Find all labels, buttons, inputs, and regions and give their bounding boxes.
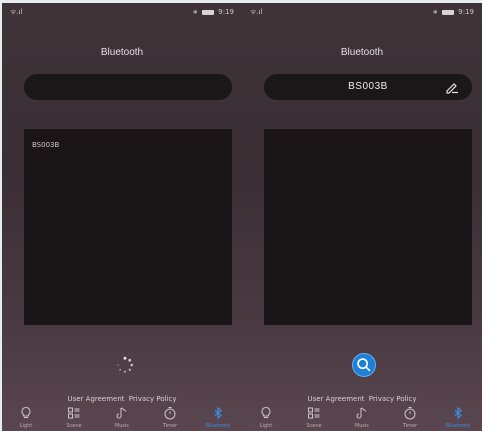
- battery-icon: [442, 9, 455, 15]
- device-list: BS003B: [24, 129, 232, 325]
- device-list: [264, 129, 472, 325]
- search-icon: [357, 358, 371, 372]
- clock: 9:19: [218, 8, 234, 16]
- connected-device-name: BS003B: [348, 81, 388, 92]
- tab-music[interactable]: Music: [98, 406, 146, 431]
- connected-device-field[interactable]: BS003B: [264, 74, 472, 100]
- status-bar: ᯤ.ıl ∗ 9:19: [2, 7, 242, 19]
- clock: 9:19: [458, 8, 474, 16]
- bottom-tab-bar: Light Scene Music Timer Bluetooth: [242, 406, 482, 431]
- right-screen: ᯤ.ıl ∗ 9:19 Bluetooth BS003B User Agreem…: [242, 3, 482, 431]
- page-title: Bluetooth: [100, 47, 144, 58]
- tab-scene[interactable]: Scene: [50, 406, 98, 431]
- left-screen: ᯤ.ıl ∗ 9:19 Bluetooth BS003B User Agreem…: [2, 3, 242, 431]
- bluetooth-status-icon: ∗: [432, 8, 439, 16]
- bluetooth-icon: [214, 406, 222, 420]
- bulb-icon: [21, 406, 31, 418]
- privacy-policy-link[interactable]: Privacy Policy: [129, 395, 177, 403]
- tab-timer[interactable]: Timer: [386, 406, 434, 431]
- tab-scene[interactable]: Scene: [290, 406, 338, 431]
- user-agreement-link[interactable]: User Agreement: [67, 395, 124, 403]
- bottom-tab-bar: Light Scene Music Timer Bluetooth: [2, 406, 242, 431]
- scene-grid-icon: [68, 407, 80, 419]
- user-agreement-link[interactable]: User Agreement: [307, 395, 364, 403]
- tab-bluetooth[interactable]: Bluetooth: [434, 406, 482, 431]
- bluetooth-status-icon: ∗: [192, 8, 199, 16]
- scene-grid-icon: [308, 407, 320, 419]
- timer-icon: [404, 407, 416, 420]
- connected-device-field[interactable]: [24, 74, 232, 100]
- timer-icon: [164, 407, 176, 420]
- privacy-policy-link[interactable]: Privacy Policy: [369, 395, 417, 403]
- edit-name-icon[interactable]: [444, 79, 460, 95]
- screenshot-frame: ᯤ.ıl ∗ 9:19 Bluetooth BS003B User Agreem…: [2, 3, 482, 431]
- tab-light[interactable]: Light: [242, 406, 290, 431]
- bulb-icon: [261, 406, 271, 418]
- loading-spinner-icon: [117, 356, 134, 373]
- music-note-icon: [356, 407, 367, 419]
- tab-light[interactable]: Light: [2, 406, 50, 431]
- device-list-item[interactable]: BS003B: [32, 141, 59, 149]
- music-note-icon: [116, 407, 127, 419]
- footer-links: User Agreement Privacy Policy: [242, 395, 482, 403]
- page-title: Bluetooth: [340, 47, 384, 58]
- battery-icon: [202, 9, 215, 15]
- footer-links: User Agreement Privacy Policy: [2, 395, 242, 403]
- tab-timer[interactable]: Timer: [146, 406, 194, 431]
- signal-indicator: ᯤ.ıl: [250, 8, 263, 16]
- search-button[interactable]: [352, 353, 376, 377]
- signal-indicator: ᯤ.ıl: [10, 8, 23, 16]
- bluetooth-icon: [454, 406, 462, 420]
- tab-music[interactable]: Music: [338, 406, 386, 431]
- status-bar: ᯤ.ıl ∗ 9:19: [242, 7, 482, 19]
- tab-bluetooth[interactable]: Bluetooth: [194, 406, 242, 431]
